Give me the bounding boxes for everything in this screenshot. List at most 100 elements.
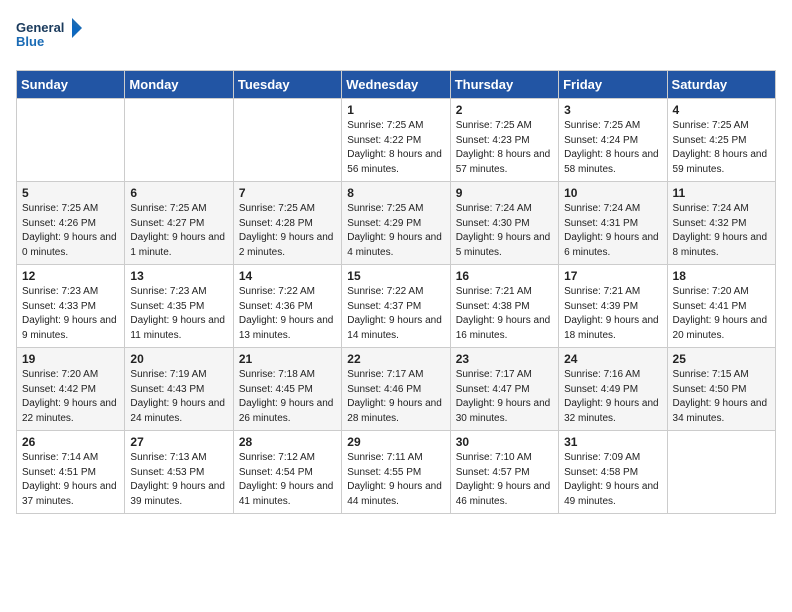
day-info: Sunrise: 7:25 AM Sunset: 4:23 PM Dayligh… (456, 119, 553, 177)
calendar-cell: 22Sunrise: 7:17 AM Sunset: 4:46 PM Dayli… (342, 348, 450, 431)
day-number: 15 (347, 269, 444, 283)
day-number: 5 (22, 186, 119, 200)
calendar-cell: 10 Sunrise: 7:24 AM Sunset: 4:31 PM Dayli… (559, 182, 667, 265)
calendar-cell (233, 99, 341, 182)
day-number: 19 (22, 352, 119, 366)
day-number: 13 (130, 269, 227, 283)
day-info: Sunrise: 7:25 AM Sunset: 4:27 PM Dayligh… (130, 202, 227, 260)
day-number: 18 (673, 269, 770, 283)
day-number: 27 (130, 435, 227, 449)
calendar-cell (667, 431, 775, 514)
day-number: 21 (239, 352, 336, 366)
calendar-cell (17, 99, 125, 182)
calendar-cell: 24 Sunrise: 7:16 AM Sunset: 4:49 PM Dayli… (559, 348, 667, 431)
calendar-week-row: 12 Sunrise: 7:23 AM Sunset: 4:33 PM Dayli… (17, 265, 776, 348)
day-info: Sunrise: 7:22 AM Sunset: 4:36 PM Dayligh… (239, 285, 336, 343)
day-number: 10 (564, 186, 661, 200)
calendar-cell: 20 Sunrise: 7:19 AM Sunset: 4:43 PM Dayli… (125, 348, 233, 431)
day-info: Sunrise: 7:09 AM Sunset: 4:58 PM Dayligh… (564, 451, 661, 509)
calendar-cell: 30Sunrise: 7:10 AM Sunset: 4:57 PM Dayli… (450, 431, 558, 514)
day-number: 8 (347, 186, 444, 200)
day-info: Sunrise: 7:12 AM Sunset: 4:54 PM Dayligh… (239, 451, 336, 509)
calendar-cell: 23 Sunrise: 7:17 AM Sunset: 4:47 PM Dayli… (450, 348, 558, 431)
day-info: Sunrise: 7:25 AM Sunset: 4:29 PM Dayligh… (347, 202, 444, 260)
calendar-cell: 4 Sunrise: 7:25 AM Sunset: 4:25 PM Daylig… (667, 99, 775, 182)
day-of-week-header: Tuesday (233, 71, 341, 99)
calendar-cell: 6 Sunrise: 7:25 AM Sunset: 4:27 PM Daylig… (125, 182, 233, 265)
day-info: Sunrise: 7:14 AM Sunset: 4:51 PM Dayligh… (22, 451, 119, 509)
day-number: 22 (347, 352, 444, 366)
calendar-cell: 11 Sunrise: 7:24 AM Sunset: 4:32 PM Dayli… (667, 182, 775, 265)
day-number: 11 (673, 186, 770, 200)
svg-text:General: General (16, 20, 64, 35)
day-info: Sunrise: 7:13 AM Sunset: 4:53 PM Dayligh… (130, 451, 227, 509)
day-info: Sunrise: 7:25 AM Sunset: 4:28 PM Dayligh… (239, 202, 336, 260)
calendar-cell: 29Sunrise: 7:11 AM Sunset: 4:55 PM Dayli… (342, 431, 450, 514)
day-info: Sunrise: 7:16 AM Sunset: 4:49 PM Dayligh… (564, 368, 661, 426)
day-number: 14 (239, 269, 336, 283)
calendar-week-row: 19 Sunrise: 7:20 AM Sunset: 4:42 PM Dayli… (17, 348, 776, 431)
day-info: Sunrise: 7:20 AM Sunset: 4:42 PM Dayligh… (22, 368, 119, 426)
day-info: Sunrise: 7:19 AM Sunset: 4:43 PM Dayligh… (130, 368, 227, 426)
day-of-week-header: Sunday (17, 71, 125, 99)
day-info: Sunrise: 7:24 AM Sunset: 4:32 PM Dayligh… (673, 202, 770, 260)
calendar-cell: 28Sunrise: 7:12 AM Sunset: 4:54 PM Dayli… (233, 431, 341, 514)
calendar-cell: 15 Sunrise: 7:22 AM Sunset: 4:37 PM Dayli… (342, 265, 450, 348)
day-number: 17 (564, 269, 661, 283)
calendar-cell: 21 Sunrise: 7:18 AM Sunset: 4:45 PM Dayli… (233, 348, 341, 431)
day-info: Sunrise: 7:23 AM Sunset: 4:33 PM Dayligh… (22, 285, 119, 343)
day-info: Sunrise: 7:20 AM Sunset: 4:41 PM Dayligh… (673, 285, 770, 343)
day-info: Sunrise: 7:15 AM Sunset: 4:50 PM Dayligh… (673, 368, 770, 426)
calendar-week-row: 1Sunrise: 7:25 AM Sunset: 4:22 PM Daylig… (17, 99, 776, 182)
day-number: 9 (456, 186, 553, 200)
day-info: Sunrise: 7:18 AM Sunset: 4:45 PM Dayligh… (239, 368, 336, 426)
day-info: Sunrise: 7:24 AM Sunset: 4:30 PM Dayligh… (456, 202, 553, 260)
day-info: Sunrise: 7:17 AM Sunset: 4:47 PM Dayligh… (456, 368, 553, 426)
day-number: 7 (239, 186, 336, 200)
day-info: Sunrise: 7:25 AM Sunset: 4:26 PM Dayligh… (22, 202, 119, 260)
day-number: 6 (130, 186, 227, 200)
calendar-header-row: SundayMondayTuesdayWednesdayThursdayFrid… (17, 71, 776, 99)
day-info: Sunrise: 7:24 AM Sunset: 4:31 PM Dayligh… (564, 202, 661, 260)
day-number: 23 (456, 352, 553, 366)
calendar-cell: 14 Sunrise: 7:22 AM Sunset: 4:36 PM Dayli… (233, 265, 341, 348)
calendar-cell: 18 Sunrise: 7:20 AM Sunset: 4:41 PM Dayli… (667, 265, 775, 348)
calendar-cell: 25Sunrise: 7:15 AM Sunset: 4:50 PM Dayli… (667, 348, 775, 431)
day-number: 24 (564, 352, 661, 366)
svg-text:Blue: Blue (16, 34, 44, 49)
day-info: Sunrise: 7:25 AM Sunset: 4:25 PM Dayligh… (673, 119, 770, 177)
day-number: 4 (673, 103, 770, 117)
day-info: Sunrise: 7:23 AM Sunset: 4:35 PM Dayligh… (130, 285, 227, 343)
calendar-cell: 7 Sunrise: 7:25 AM Sunset: 4:28 PM Daylig… (233, 182, 341, 265)
day-of-week-header: Friday (559, 71, 667, 99)
logo-svg: General Blue (16, 16, 86, 58)
day-number: 12 (22, 269, 119, 283)
calendar-week-row: 26 Sunrise: 7:14 AM Sunset: 4:51 PM Dayli… (17, 431, 776, 514)
calendar-cell: 17Sunrise: 7:21 AM Sunset: 4:39 PM Dayli… (559, 265, 667, 348)
calendar-cell: 9 Sunrise: 7:24 AM Sunset: 4:30 PM Daylig… (450, 182, 558, 265)
day-info: Sunrise: 7:10 AM Sunset: 4:57 PM Dayligh… (456, 451, 553, 509)
day-number: 2 (456, 103, 553, 117)
day-of-week-header: Monday (125, 71, 233, 99)
day-info: Sunrise: 7:11 AM Sunset: 4:55 PM Dayligh… (347, 451, 444, 509)
day-number: 20 (130, 352, 227, 366)
calendar-cell (125, 99, 233, 182)
day-of-week-header: Saturday (667, 71, 775, 99)
page-header: General Blue (16, 16, 776, 58)
day-number: 16 (456, 269, 553, 283)
day-info: Sunrise: 7:21 AM Sunset: 4:38 PM Dayligh… (456, 285, 553, 343)
calendar-cell: 31Sunrise: 7:09 AM Sunset: 4:58 PM Dayli… (559, 431, 667, 514)
day-of-week-header: Wednesday (342, 71, 450, 99)
logo: General Blue (16, 16, 86, 58)
day-number: 26 (22, 435, 119, 449)
calendar-cell: 12 Sunrise: 7:23 AM Sunset: 4:33 PM Dayli… (17, 265, 125, 348)
day-info: Sunrise: 7:22 AM Sunset: 4:37 PM Dayligh… (347, 285, 444, 343)
calendar-cell: 5 Sunrise: 7:25 AM Sunset: 4:26 PM Daylig… (17, 182, 125, 265)
day-info: Sunrise: 7:25 AM Sunset: 4:24 PM Dayligh… (564, 119, 661, 177)
calendar-cell: 27 Sunrise: 7:13 AM Sunset: 4:53 PM Dayli… (125, 431, 233, 514)
calendar-cell: 16 Sunrise: 7:21 AM Sunset: 4:38 PM Dayli… (450, 265, 558, 348)
calendar-cell: 2 Sunrise: 7:25 AM Sunset: 4:23 PM Daylig… (450, 99, 558, 182)
calendar-cell: 13 Sunrise: 7:23 AM Sunset: 4:35 PM Dayli… (125, 265, 233, 348)
calendar-cell: 3Sunrise: 7:25 AM Sunset: 4:24 PM Daylig… (559, 99, 667, 182)
calendar-cell: 19 Sunrise: 7:20 AM Sunset: 4:42 PM Dayli… (17, 348, 125, 431)
